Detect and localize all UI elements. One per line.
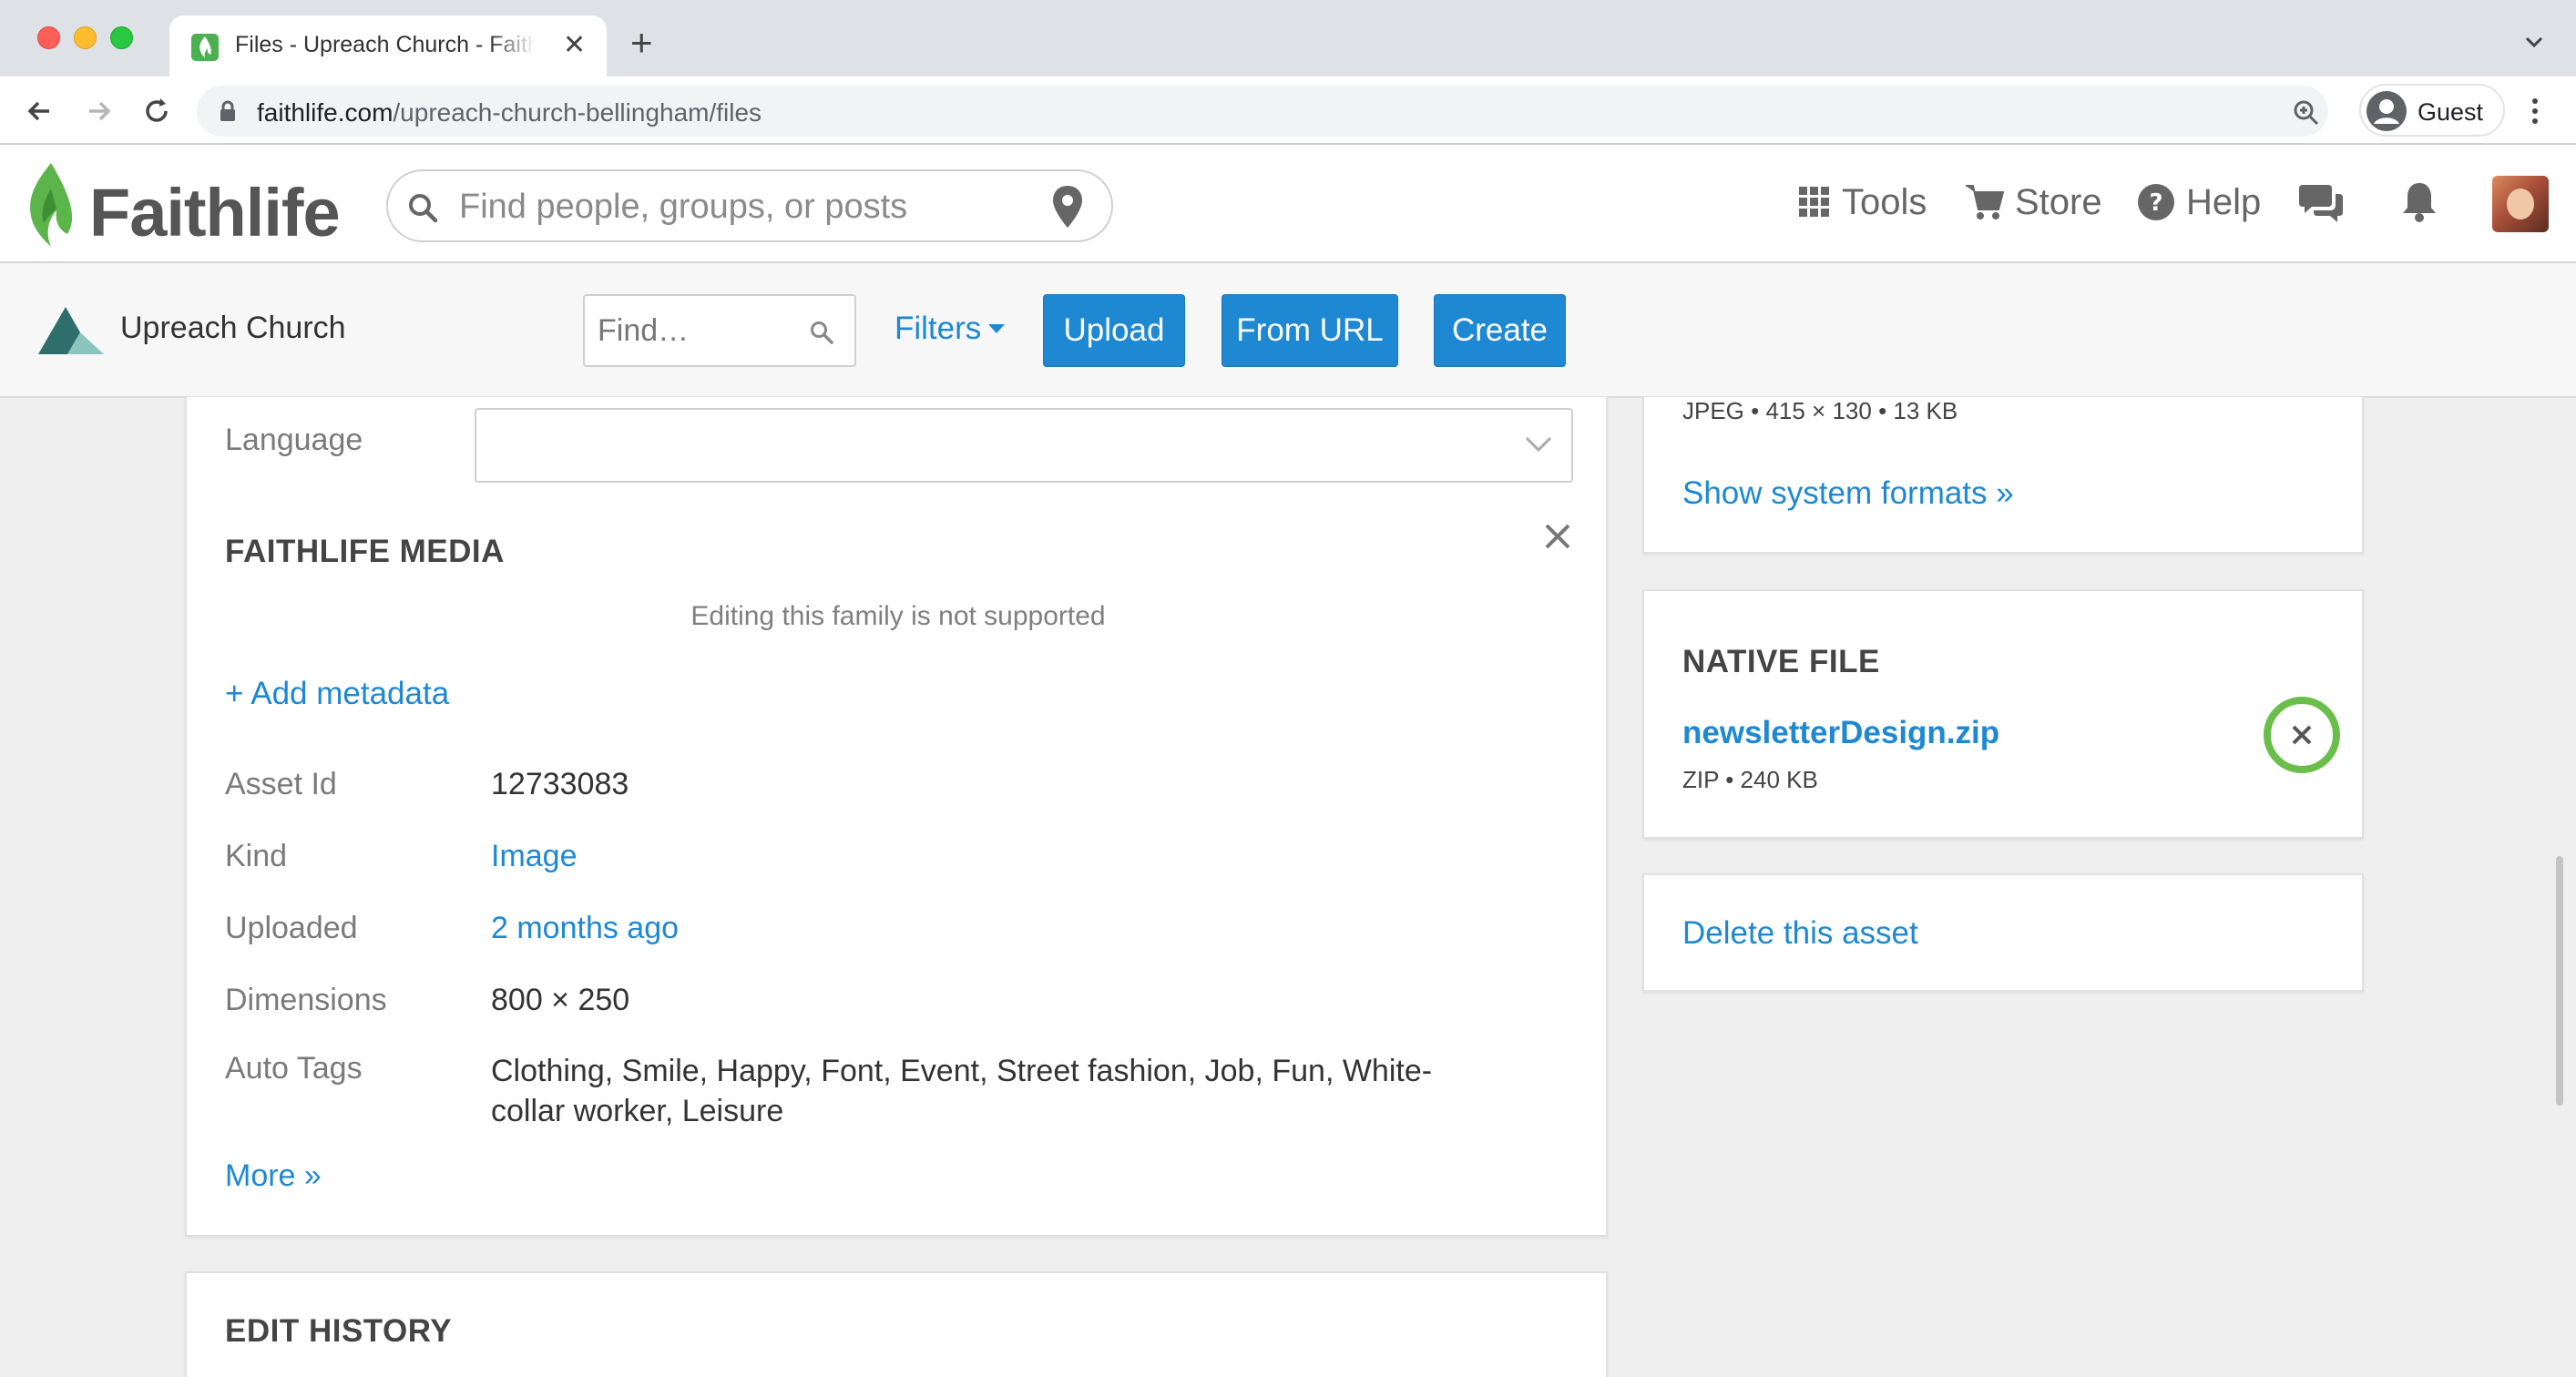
add-metadata-link[interactable]: + Add metadata (225, 676, 449, 712)
auto-tags-value: Clothing, Smile, Happy, Font, Event, Str… (491, 1054, 1433, 1128)
tab-close-icon[interactable]: ✕ (563, 32, 586, 59)
logo-wordmark: Faithlife (89, 175, 341, 250)
uploaded-link[interactable]: 2 months ago (491, 911, 679, 946)
faithlife-favicon-icon (191, 34, 219, 61)
user-avatar[interactable] (2492, 176, 2549, 232)
close-icon (2292, 725, 2312, 745)
nav-help[interactable]: ? Help (2137, 179, 2261, 225)
create-button[interactable]: Create (1434, 294, 1566, 367)
window-close-button[interactable] (37, 26, 60, 49)
edit-history-card: EDIT HISTORY (185, 1271, 1608, 1377)
asset-id-label: Asset Id (225, 767, 337, 801)
group-toolbar: Upreach Church Filters Upload From URL C… (0, 263, 2576, 398)
uploaded-label: Uploaded (225, 911, 358, 945)
browser-toolbar: faithlife.com/upreach-church-bellingham/… (0, 76, 2576, 145)
remove-native-file-button[interactable] (2264, 697, 2340, 773)
show-system-formats-link[interactable]: Show system formats » (1682, 475, 2014, 512)
svg-text:?: ? (2149, 189, 2162, 217)
address-bar[interactable]: faithlife.com/upreach-church-bellingham/… (197, 86, 2328, 137)
find-input[interactable] (598, 311, 807, 351)
language-select[interactable] (475, 408, 1573, 483)
browser-tab-bar: Files - Upreach Church - Faithlife ✕ + (0, 0, 2576, 76)
formats-card: JPEG • 415 × 130 • 13 KB Show system for… (1642, 397, 2364, 554)
profile-button[interactable]: Guest (2359, 84, 2505, 137)
lock-icon (220, 100, 235, 121)
filters-label: Filters (894, 311, 982, 346)
cart-icon (1966, 185, 2004, 219)
auto-tags-label: Auto Tags (225, 1051, 363, 1086)
url-path: /upreach-church-bellingham/files (393, 98, 762, 127)
guest-avatar-icon (2366, 91, 2407, 131)
asset-id-value: 12733083 (491, 767, 629, 801)
zoom-icon[interactable] (2292, 98, 2321, 128)
help-circle-icon: ? (2138, 184, 2174, 220)
back-arrow-icon[interactable] (22, 93, 58, 129)
search-icon[interactable] (809, 320, 834, 345)
more-link[interactable]: More » (225, 1158, 322, 1194)
from-url-button[interactable]: From URL (1222, 294, 1398, 367)
faithlife-logo[interactable]: Faithlife (24, 158, 341, 250)
messages-icon[interactable] (2299, 181, 2343, 223)
delete-asset-link[interactable]: Delete this asset (1682, 915, 1918, 952)
flame-logo-icon (30, 163, 73, 247)
url-host: faithlife.com (257, 98, 394, 127)
search-icon (409, 194, 438, 223)
nav-tools[interactable]: Tools (1798, 179, 1927, 225)
delete-asset-card: Delete this asset (1642, 873, 2364, 992)
edit-history-title: EDIT HISTORY (225, 1313, 453, 1349)
not-supported-notice: Editing this family is not supported (690, 601, 1106, 631)
nav-store-label: Store (2015, 181, 2102, 222)
tab-title: Files - Upreach Church - Faithlife (235, 32, 536, 57)
file-find-box[interactable] (583, 294, 856, 367)
native-file-title: NATIVE FILE (1682, 644, 1880, 679)
new-tab-button[interactable]: + (630, 24, 653, 62)
nav-tools-label: Tools (1842, 181, 1927, 222)
site-header: Faithlife Tools Store ? Help (0, 145, 2576, 263)
dimensions-label: Dimensions (225, 983, 387, 1017)
location-pin-icon[interactable] (1051, 184, 1084, 230)
global-search[interactable] (386, 169, 1113, 242)
nav-store[interactable]: Store (1966, 179, 2102, 225)
chevron-down-icon (1525, 436, 1552, 453)
window-maximize-button[interactable] (110, 26, 133, 49)
faithlife-media-title: FAITHLIFE MEDIA (225, 534, 505, 569)
upload-button[interactable]: Upload (1043, 294, 1185, 367)
window-minimize-button[interactable] (74, 26, 97, 49)
url-text: faithlife.com/upreach-church-bellingham/… (257, 98, 762, 128)
kind-link[interactable]: Image (491, 839, 578, 874)
language-label: Language (225, 423, 363, 457)
page-scrollbar[interactable] (2556, 856, 2563, 1106)
filters-dropdown[interactable]: Filters (894, 311, 1006, 347)
notifications-bell-icon[interactable] (2401, 179, 2438, 223)
kind-label: Kind (225, 839, 288, 873)
close-icon[interactable] (1544, 523, 1571, 550)
asset-details-card: Language FAITHLIFE MEDIA Editing this fa… (185, 397, 1608, 1237)
search-input[interactable] (459, 185, 1024, 229)
browser-tab-active[interactable]: Files - Upreach Church - Faithlife ✕ (169, 15, 607, 76)
native-file-link[interactable]: newsletterDesign.zip (1682, 715, 1999, 751)
dimensions-value: 800 × 250 (491, 983, 630, 1017)
nav-help-label: Help (2186, 181, 2262, 222)
upreach-church-logo-icon (38, 307, 104, 354)
format-meta: JPEG • 415 × 130 • 13 KB (1682, 397, 1958, 424)
profile-label: Guest (2418, 98, 2484, 126)
grid-icon (1799, 187, 1829, 217)
native-file-card: NATIVE FILE newsletterDesign.zip ZIP • 2… (1642, 589, 2364, 839)
tab-search-chevron-icon[interactable] (2523, 31, 2545, 53)
native-file-meta: ZIP • 240 KB (1682, 766, 1818, 793)
reload-icon[interactable] (138, 93, 175, 129)
forward-arrow-icon[interactable] (80, 93, 117, 129)
browser-menu-icon[interactable] (2528, 97, 2542, 126)
caret-down-icon (988, 324, 1006, 333)
church-name[interactable]: Upreach Church (120, 311, 346, 346)
